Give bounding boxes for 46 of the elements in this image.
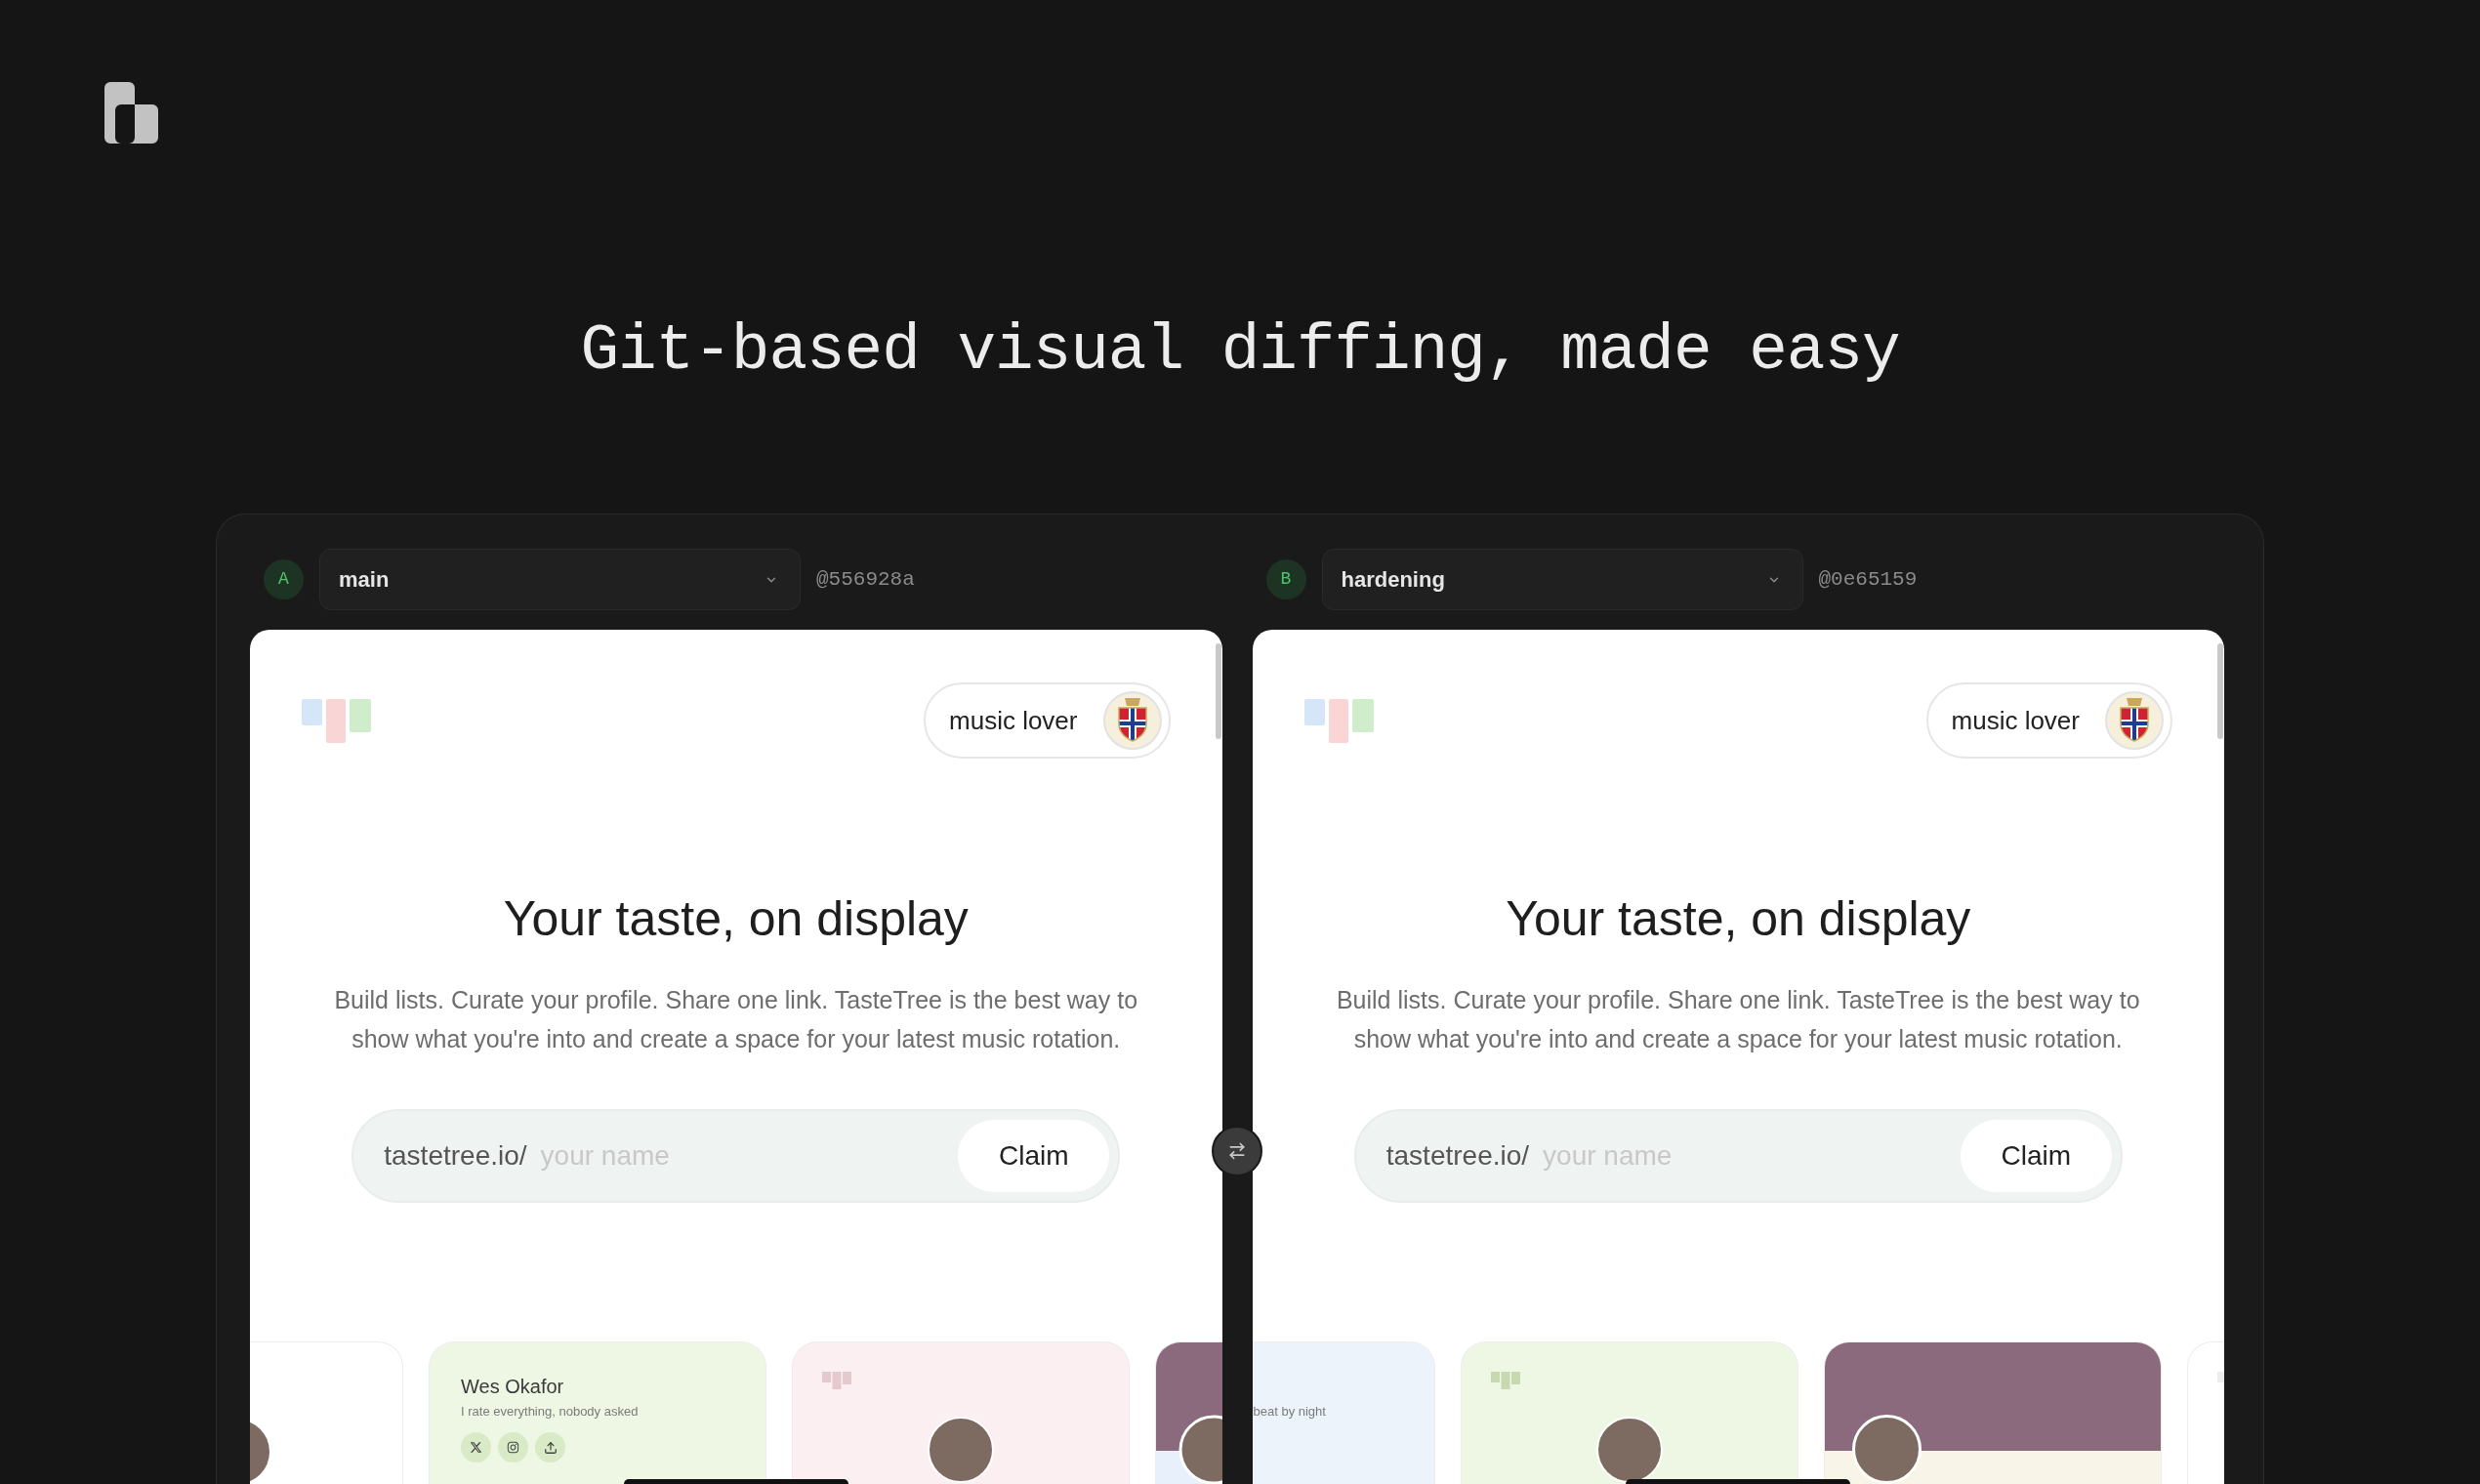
profile-card[interactable] [250,1341,403,1484]
profile-card[interactable] [1823,1341,2162,1484]
scrollbar[interactable] [1215,643,1221,739]
profile-card[interactable] [1155,1341,1222,1484]
profile-card[interactable]: beat by night [1252,1341,1435,1484]
profile-card[interactable] [792,1341,1130,1484]
profile-chip[interactable]: music lover [1925,682,2172,759]
camera-link-button[interactable] [498,1432,528,1463]
profile-name: Wes Okafor [461,1375,564,1398]
bar-logo-icon [1303,698,1374,743]
upload-icon [543,1440,558,1455]
page-headline: Git-based visual diffing, made easy [580,319,1900,384]
shield-icon [2105,691,2164,750]
bar-logo-icon [302,698,371,743]
claim-button[interactable]: Claim [1960,1120,2112,1192]
share-button[interactable] [535,1432,565,1463]
blocks-logo-icon [104,82,158,144]
scrollbar[interactable] [2217,643,2223,739]
avatar [250,1420,270,1484]
url-prefix: tastetree.io/ [384,1139,527,1173]
hero-description: Build lists. Curate your profile. Share one link. TasteTree is the best way to show what you're into and create a space for your latest music rotation. [333,985,1139,1054]
side-badge: A [264,559,304,599]
profile-chip[interactable]: music lover [924,682,1171,759]
commit-hash: @556928a [816,566,915,593]
branch-select[interactable]: main [319,549,801,610]
branch-select[interactable]: hardening [1321,549,1803,610]
camera-icon [507,1441,519,1454]
side-badge: B [1265,559,1306,599]
bar-logo-icon [2216,1372,2224,1382]
claim-button[interactable]: Claim [958,1120,1110,1192]
x-logo-icon [470,1441,482,1454]
bar-logo-icon [1490,1372,1520,1389]
hero-heading: Your taste, on display [503,890,969,948]
commit-hash: @0e65159 [1818,566,1918,593]
hero-description: Build lists. Curate your profile. Share one link. TasteTree is the best way to show what you're into and create a space for your latest music rotation. [1335,985,2141,1054]
profile-bio: I rate everything, nobody asked [461,1403,639,1421]
hero-heading: Your taste, on display [1506,890,1971,948]
swap-arrows-icon [1227,1141,1247,1161]
avatar [1178,1415,1222,1484]
bar-logo-icon [822,1372,851,1389]
profile-card[interactable]: Wes Okafor I rate everything, nobody asked [429,1341,766,1484]
profile-card[interactable] [1460,1341,1798,1484]
url-prefix: tastetree.io/ [1385,1139,1530,1173]
profile-bio: beat by night [1253,1403,1326,1421]
x-link-button[interactable] [461,1432,491,1463]
shield-icon [1102,691,1162,750]
